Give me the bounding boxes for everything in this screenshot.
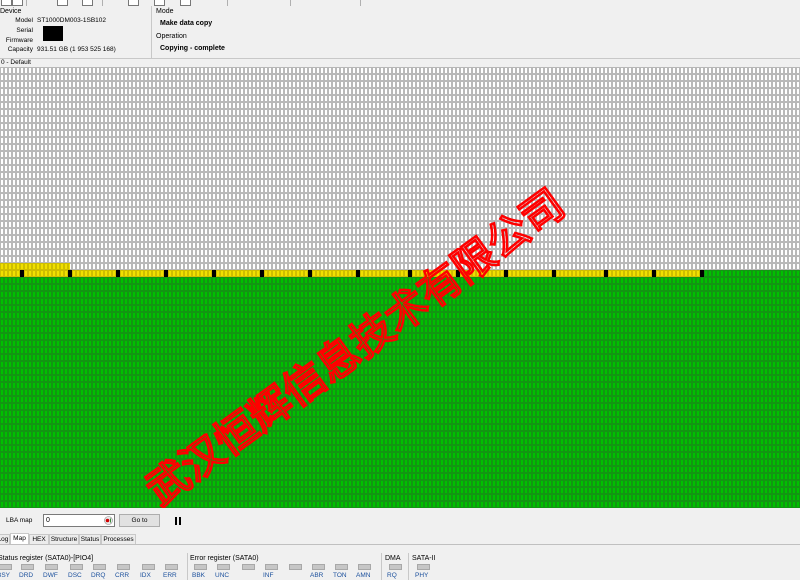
error-bit-abr: ABR	[310, 572, 324, 579]
firmware-label: Firmware	[5, 37, 33, 44]
error-bit-amn: AMN	[356, 572, 371, 579]
bad-block	[356, 270, 360, 277]
status-bit-bsy: BSY	[0, 572, 11, 579]
dma-bit-rq: RQ	[387, 572, 397, 579]
status-bit-indicator	[45, 564, 58, 570]
error-bit-inf: INF	[263, 572, 274, 579]
bad-block	[700, 270, 704, 277]
pause-icon[interactable]	[175, 517, 181, 525]
operation-value: Copying - complete	[160, 45, 225, 52]
bad-block	[68, 270, 72, 277]
bad-block	[308, 270, 312, 277]
status-bit-indicator	[0, 564, 12, 570]
status-bit-drq: DRQ	[91, 572, 106, 579]
status-bit-indicator	[70, 564, 83, 570]
model-label: Model	[15, 17, 33, 24]
view-tabs: LogMapHEXStructureStatusProcesses	[0, 533, 800, 545]
error-bit-indicator	[289, 564, 302, 570]
mode-title: Mode	[156, 8, 174, 15]
tab-map[interactable]: Map	[10, 533, 29, 544]
error-bit-indicator	[217, 564, 230, 570]
register-separator	[381, 553, 382, 580]
bad-block	[260, 270, 264, 277]
device-title: Device	[0, 8, 22, 15]
operation-title: Operation	[156, 33, 187, 40]
bad-block	[652, 270, 656, 277]
mode-value: Make data copy	[160, 20, 213, 27]
status-bit-indicator	[21, 564, 34, 570]
bad-block	[552, 270, 556, 277]
goto-button[interactable]: Go to	[119, 514, 160, 527]
bad-block	[604, 270, 608, 277]
ok-row-segment	[704, 270, 800, 277]
pending-row-segment	[0, 263, 70, 270]
register-panel: Status register (SATA0)-[PIO4] BSY DRD DWF D…	[0, 545, 800, 580]
lba-map-label: LBA map	[6, 517, 33, 524]
lba-map-bar: LBA map Go to	[0, 509, 800, 533]
status-bit-crr: CRR	[115, 572, 130, 579]
tab-status[interactable]: Status	[79, 534, 101, 544]
error-bit-indicator	[265, 564, 278, 570]
status-bit-dsc: DSC	[68, 572, 82, 579]
register-separator	[408, 553, 409, 580]
error-bit-bbk: BBK	[192, 572, 206, 579]
map-caption: 0 - Default	[1, 59, 31, 66]
error-bit-indicator	[358, 564, 371, 570]
lba-reset-icon[interactable]	[104, 516, 113, 525]
model-value: ST1000DM003-1SB102	[37, 17, 107, 24]
error-bit-unc: UNC	[215, 572, 230, 579]
tab-hex[interactable]: HEX	[29, 534, 49, 544]
unread-region	[0, 67, 800, 263]
status-bit-indicator	[142, 564, 155, 570]
capacity-label: Capacity	[7, 46, 33, 53]
bad-block	[164, 270, 168, 277]
status-bit-indicator	[165, 564, 178, 570]
error-bit-indicator	[335, 564, 348, 570]
error-bit-indicator	[194, 564, 207, 570]
bad-block	[212, 270, 216, 277]
panel-divider	[151, 6, 152, 58]
pending-region	[0, 270, 704, 277]
capacity-value: 931.51 GB (1 953 525 168)	[37, 46, 116, 53]
info-panel: Device Model ST1000DM003-1SB102 Serial F…	[0, 6, 800, 59]
error-bit-indicator	[242, 564, 255, 570]
error-bit-indicator	[312, 564, 325, 570]
dma-register-title: DMA	[385, 555, 401, 562]
status-bit-idx: IDX	[140, 572, 151, 579]
serial-label: Serial	[16, 27, 33, 34]
bad-block	[116, 270, 120, 277]
status-bit-dwf: DWF	[43, 572, 58, 579]
error-bit-ton: TON	[333, 572, 347, 579]
dma-bit-indicator	[389, 564, 402, 570]
block-map[interactable]: 武汉恒辉信息技术有限公司	[0, 67, 800, 508]
sata-bit-indicator	[417, 564, 430, 570]
register-separator	[187, 553, 188, 580]
status-bit-indicator	[93, 564, 106, 570]
sata-register-title: SATA-II	[412, 555, 436, 562]
status-bit-err: ERR	[163, 572, 177, 579]
bad-block	[20, 270, 24, 277]
status-bit-drd: DRD	[19, 572, 34, 579]
error-register-title: Error register (SATA0)	[190, 555, 259, 562]
serial-value-redacted	[43, 26, 63, 41]
tab-processes[interactable]: Processes	[101, 534, 136, 544]
sata-bit-phy: PHY	[415, 572, 429, 579]
bad-block	[504, 270, 508, 277]
tab-log[interactable]: Log	[0, 534, 10, 544]
status-bit-indicator	[117, 564, 130, 570]
tab-structure[interactable]: Structure	[49, 534, 79, 544]
status-register-title: Status register (SATA0)-[PIO4]	[0, 555, 94, 562]
